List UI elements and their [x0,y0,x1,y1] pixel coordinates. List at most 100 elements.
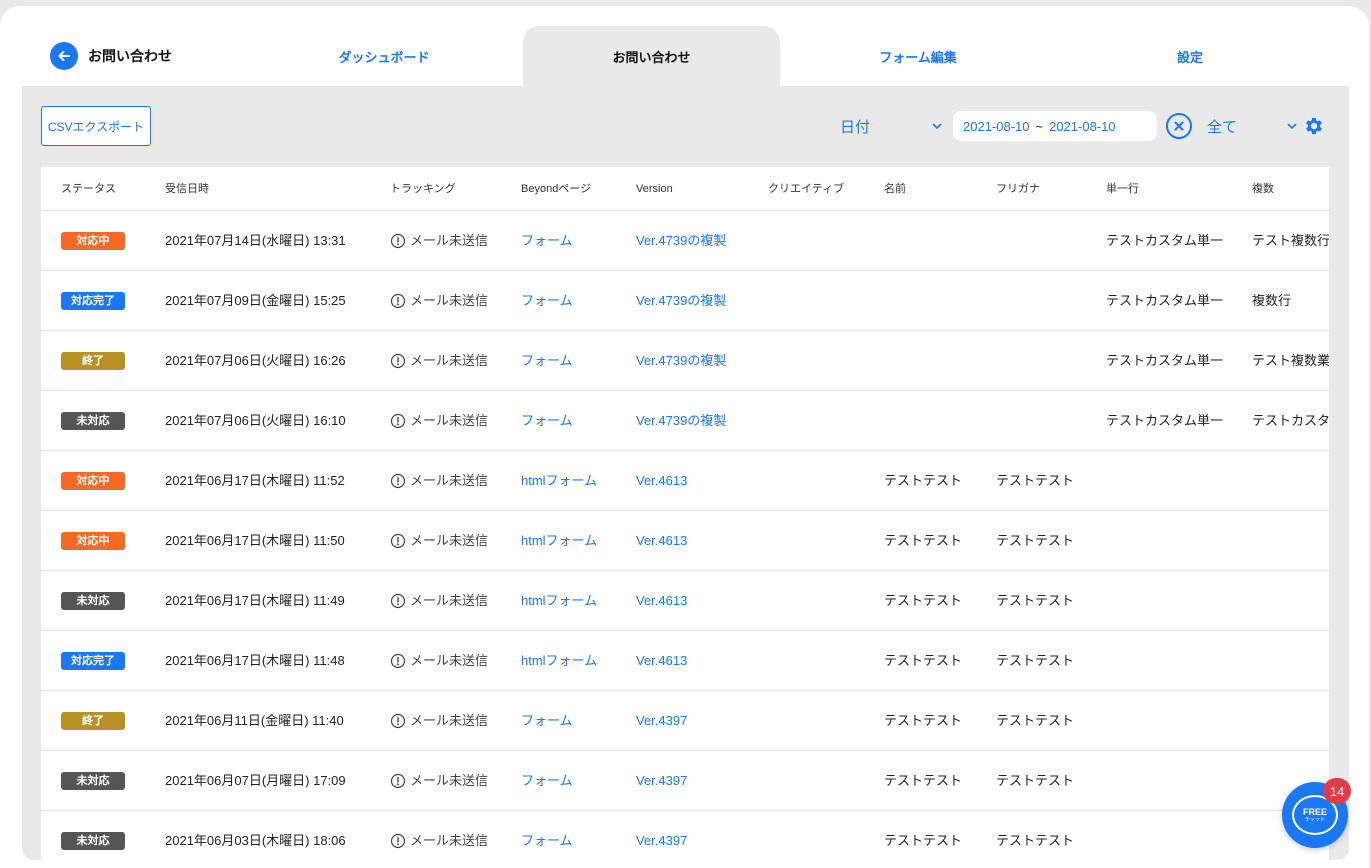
status-badge[interactable]: 対応中 [61,532,125,550]
status-badge[interactable]: 終了 [61,352,125,370]
cell-beyond-page[interactable]: htmlフォーム [521,571,597,631]
header-name[interactable]: 名前 [884,167,906,211]
inquiry-table: ステータス 受信日時 トラッキング Beyondページ Version クリエイ… [41,167,1329,860]
status-badge[interactable]: 対応中 [61,472,125,490]
header-beyond-page[interactable]: Beyondページ [521,167,591,211]
header-version[interactable]: Version [636,167,673,211]
cell-beyond-page[interactable]: フォーム [521,211,573,271]
cell-multi-line: 複数行 [1252,293,1292,308]
cell-version[interactable]: Ver.4739の複製 [636,271,726,331]
cell-version[interactable]: Ver.4613 [636,451,687,511]
table-header: ステータス 受信日時 トラッキング Beyondページ Version クリエイ… [41,167,1329,211]
status-filter-select[interactable]: 全て [1207,114,1297,138]
status-badge[interactable]: 未対応 [61,412,125,430]
cell-beyond-page[interactable]: htmlフォーム [521,451,597,511]
cell-version[interactable]: Ver.4613 [636,511,687,571]
header-tracking[interactable]: トラッキング [390,167,456,211]
cell-single-line [1106,691,1246,751]
table-row[interactable]: 未対応 メール未送信 2021年06月17日(木曜日) 11:49 htmlフォーム V… [41,571,1329,631]
csv-export-button[interactable]: CSVエクスポート [41,106,151,146]
chevron-down-icon [1287,118,1297,135]
cell-version[interactable]: Ver.4397 [636,751,687,811]
cell-kana: テストテスト [996,533,1075,548]
header-single-line[interactable]: 単一行 [1106,167,1139,211]
cell-version[interactable]: Ver.4613 [636,631,687,691]
cell-beyond-page[interactable]: フォーム [521,391,573,451]
table-row[interactable]: 対応中 メール未送信 2021年06月17日(木曜日) 11:50 htmlフォーム V… [41,511,1329,571]
status-badge[interactable]: 未対応 [61,772,125,790]
gear-icon[interactable] [1303,115,1325,137]
tracking-status: メール未送信 [390,691,488,751]
header-kana[interactable]: フリガナ [996,167,1040,211]
status-badge[interactable]: 未対応 [61,592,125,610]
cell-received-date: 2021年07月14日(水曜日) 13:31 [165,233,346,248]
header-creative[interactable]: クリエイティブ [768,167,844,211]
cell-version[interactable]: Ver.4613 [636,571,687,631]
status-badge[interactable]: 対応中 [61,232,125,250]
arrow-left-icon[interactable] [50,42,78,70]
cell-kana: テストテスト [996,713,1075,728]
cell-multi-line: テストカスタム [1252,413,1329,428]
table-row[interactable]: 終了 メール未送信 2021年06月11日(金曜日) 11:40 フォーム Ver.43… [41,691,1329,751]
tracking-text: メール未送信 [410,233,489,248]
app-window: お問い合わせ ダッシュボード お問い合わせ フォーム編集 設定 CSVエクスポー… [0,6,1369,868]
cell-tracking: メール未送信 [390,511,488,571]
status-badge[interactable]: 対応完了 [61,652,125,670]
cell-beyond-page[interactable]: フォーム [521,691,573,751]
cell-version[interactable]: Ver.4397 [636,691,687,751]
tracking-text: メール未送信 [410,833,489,848]
clear-date-icon[interactable] [1166,113,1192,139]
cell-version[interactable]: Ver.4739の複製 [636,331,726,391]
chat-unread-badge: 14 [1323,778,1351,804]
table-row[interactable]: 未対応 メール未送信 2021年07月06日(火曜日) 16:10 フォーム Ver.4… [41,391,1329,451]
tracking-status: メール未送信 [390,391,488,451]
tab-inquiries[interactable]: お問い合わせ [523,26,780,86]
header-status[interactable]: ステータス [61,167,116,211]
date-range-input[interactable]: 2021-08-10 ~ 2021-08-10 [953,111,1157,141]
back-link[interactable]: お問い合わせ [50,42,172,70]
tracking-text: メール未送信 [410,773,489,788]
cell-version[interactable]: Ver.4739の複製 [636,391,726,451]
cell-beyond-page[interactable]: フォーム [521,811,573,860]
cell-beyond-page[interactable]: htmlフォーム [521,511,597,571]
tracking-status: メール未送信 [390,571,488,631]
date-type-select[interactable]: 日付 [840,114,942,138]
table-row[interactable]: 対応中 メール未送信 2021年06月17日(木曜日) 11:52 htmlフォーム V… [41,451,1329,511]
status-badge[interactable]: 対応完了 [61,292,125,310]
warning-circle-icon [390,593,406,609]
cell-multi-line [1252,631,1329,691]
status-badge[interactable]: 終了 [61,712,125,730]
cell-version[interactable]: Ver.4397 [636,811,687,860]
cell-tracking: メール未送信 [390,331,488,391]
cell-single-line: テストカスタム単一 [1106,293,1224,308]
cell-version[interactable]: Ver.4739の複製 [636,211,726,271]
cell-single-line: テストカスタム単一 [1106,353,1224,368]
cell-kana: テストテスト [996,473,1075,488]
table-row[interactable]: 未対応 メール未送信 2021年06月03日(木曜日) 18:06 フォーム Ver.4… [41,811,1329,860]
cell-tracking: メール未送信 [390,391,488,451]
cell-beyond-page[interactable]: フォーム [521,271,573,331]
header-multi-line[interactable]: 複数 [1252,167,1274,211]
tab-form-edit[interactable]: フォーム編集 [790,26,1046,86]
table-row[interactable]: 対応完了 メール未送信 2021年06月17日(木曜日) 11:48 htmlフォーム… [41,631,1329,691]
cell-name: テストテスト [884,773,963,788]
cell-multi-line: テスト複数行 [1252,233,1329,248]
cell-beyond-page[interactable]: フォーム [521,751,573,811]
warning-circle-icon [390,293,406,309]
cell-beyond-page[interactable]: htmlフォーム [521,631,597,691]
cell-received-date: 2021年07月06日(火曜日) 16:10 [165,413,346,428]
table-row[interactable]: 終了 メール未送信 2021年07月06日(火曜日) 16:26 フォーム Ver.47… [41,331,1329,391]
tab-dashboard[interactable]: ダッシュボード [256,26,512,86]
tracking-status: メール未送信 [390,451,488,511]
table-row[interactable]: 対応完了 メール未送信 2021年07月09日(金曜日) 15:25 フォーム Ver.… [41,271,1329,331]
cell-beyond-page[interactable]: フォーム [521,331,573,391]
tab-settings[interactable]: 設定 [1062,26,1318,86]
header-received-date[interactable]: 受信日時 [165,167,209,211]
cell-received-date: 2021年06月03日(木曜日) 18:06 [165,833,346,848]
table-row[interactable]: 未対応 メール未送信 2021年06月07日(月曜日) 17:09 フォーム Ver.4… [41,751,1329,811]
status-badge[interactable]: 未対応 [61,832,125,850]
table-row[interactable]: 対応中 メール未送信 2021年07月14日(水曜日) 13:31 フォーム Ver.4… [41,211,1329,271]
tracking-status: メール未送信 [390,211,488,271]
tracking-status: メール未送信 [390,331,488,391]
tracking-status: メール未送信 [390,631,488,691]
